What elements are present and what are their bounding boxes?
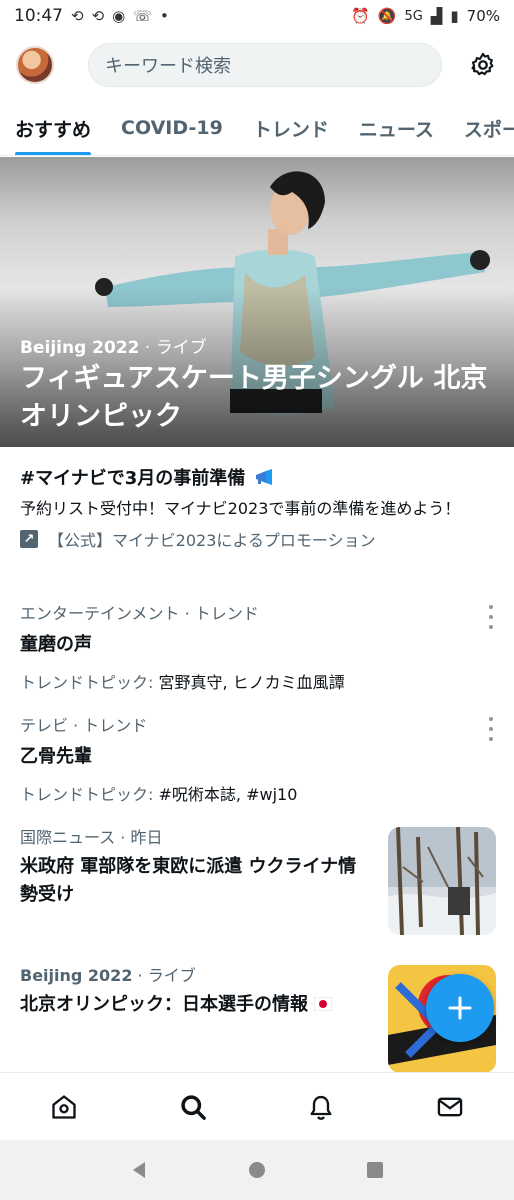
tab-news[interactable]: ニュース [344, 100, 449, 155]
browser-icon: ◉ [112, 7, 126, 25]
search-icon [181, 1094, 206, 1120]
nav-home[interactable] [34, 1077, 94, 1137]
trend-topics-label: トレンドトピック: [20, 673, 154, 692]
trend-topics-value: #呪術本誌, #wj10 [158, 785, 298, 804]
sync-icon-2: ⟲ [91, 7, 105, 25]
trend-meta: エンターテインメント · トレンド [20, 604, 259, 623]
signal-icon: ▟ [430, 7, 443, 25]
call-icon: ☏ [133, 7, 153, 25]
network-type: 5G [404, 8, 423, 24]
news-item[interactable]: Beijing 2022 · ライブ 北京オリンピック：日本選手の情報 [20, 965, 496, 1073]
promoted-arrow-icon: ↗ [20, 530, 38, 548]
battery-level: 70% [466, 7, 500, 25]
tab-covid[interactable]: COVID-19 [106, 100, 238, 155]
megaphone-icon [255, 469, 272, 485]
status-bar: 10:47 ⟲ ⟲ ◉ ☏ • ⏰ 🔕 5G ▟ ▮ 70% [0, 0, 514, 32]
notifications-icon [310, 1095, 332, 1120]
promo-byline-text: 【公式】マイナビ2023によるプロモーション [48, 531, 376, 550]
hero-meta: Beijing 2022 · ライブ [20, 333, 207, 358]
mute-icon: 🔕 [377, 7, 397, 25]
news-thumbnail [388, 827, 496, 935]
compose-button[interactable] [426, 974, 494, 1042]
news-title: 米政府 軍部隊を東欧に派遣 ウクライナ情勢受け [20, 856, 357, 905]
japan-flag-icon [313, 996, 333, 1012]
trend-meta: テレビ · トレンド [20, 716, 148, 735]
bottom-navigation [0, 1072, 514, 1140]
hero-card[interactable]: Beijing 2022 · ライブ フィギュアスケート男子シングル 北京オリン… [0, 157, 514, 447]
news-meta-category: Beijing 2022 [20, 966, 133, 985]
trend-topics: トレンドトピック: #呪術本誌, #wj10 [20, 781, 496, 805]
plus-icon [448, 996, 472, 1020]
avatar[interactable] [16, 46, 54, 84]
trend-topics-label: トレンドトピック: [20, 785, 154, 804]
trend-item[interactable]: エンターテインメント · トレンド 童磨の声 トレンドトピック: 宮野真守, ヒ… [20, 603, 496, 693]
search-input[interactable]: キーワード検索 [88, 43, 442, 87]
more-options-icon[interactable] [486, 605, 496, 629]
hero-title: フィギュアスケート男子シングル 北京オリンピック [20, 363, 488, 432]
trend-topics: トレンドトピック: 宮野真守, ヒノカミ血風譚 [20, 669, 496, 693]
status-time: 10:47 [14, 6, 63, 26]
sync-icon: ⟲ [71, 7, 84, 25]
promo-body: 予約リスト受付中！マイナビ2023で事前の準備を進めよう！ [20, 499, 461, 518]
explore-tabs: おすすめ COVID-19 トレンド ニュース スポー [0, 100, 514, 156]
notification-dot: • [160, 7, 169, 25]
hero-category: Beijing 2022 [20, 338, 140, 358]
nav-messages[interactable] [420, 1077, 480, 1137]
news-item[interactable]: 国際ニュース · 昨日 米政府 軍部隊を東欧に派遣 ウクライナ情勢受け [20, 827, 496, 937]
home-icon [52, 1094, 76, 1119]
messages-icon [437, 1097, 462, 1116]
trend-item[interactable]: テレビ · トレンド 乙骨先輩 トレンドトピック: #呪術本誌, #wj10 [20, 715, 496, 805]
nav-notifications[interactable] [291, 1077, 351, 1137]
header: キーワード検索 [0, 36, 514, 94]
search-placeholder: キーワード検索 [105, 56, 231, 77]
trend-title: 乙骨先輩 [20, 746, 92, 767]
trend-title: 童磨の声 [20, 634, 92, 655]
alarm-icon: ⏰ [351, 7, 370, 25]
tab-sports[interactable]: スポー [449, 100, 514, 155]
tab-recommended[interactable]: おすすめ [0, 100, 106, 155]
more-options-icon[interactable] [486, 717, 496, 741]
news-title-text: 北京オリンピック：日本選手の情報 [20, 994, 308, 1015]
news-meta-status: · ライブ [132, 966, 196, 985]
gear-icon [471, 52, 494, 76]
settings-button[interactable] [468, 50, 498, 80]
hero-status: · ライブ [144, 338, 207, 358]
nav-search[interactable] [163, 1077, 223, 1137]
trend-topics-value: 宮野真守, ヒノカミ血風譚 [158, 673, 345, 692]
tab-trends[interactable]: トレンド [238, 100, 344, 155]
system-navigation [0, 1140, 514, 1200]
battery-icon: ▮ [450, 7, 459, 25]
promo-title: #マイナビで3月の事前準備 [20, 466, 496, 492]
promo-byline: ↗ 【公式】マイナビ2023によるプロモーション [20, 527, 496, 551]
home-button-icon[interactable] [247, 1160, 267, 1180]
promo-hashtag: #マイナビで3月の事前準備 [20, 468, 246, 489]
news-title: 北京オリンピック：日本選手の情報 [20, 991, 370, 1019]
promoted-trend[interactable]: #マイナビで3月の事前準備 予約リスト受付中！マイナビ2023で事前の準備を進め… [20, 466, 496, 551]
recents-icon[interactable] [365, 1160, 385, 1180]
back-icon[interactable] [129, 1160, 149, 1180]
